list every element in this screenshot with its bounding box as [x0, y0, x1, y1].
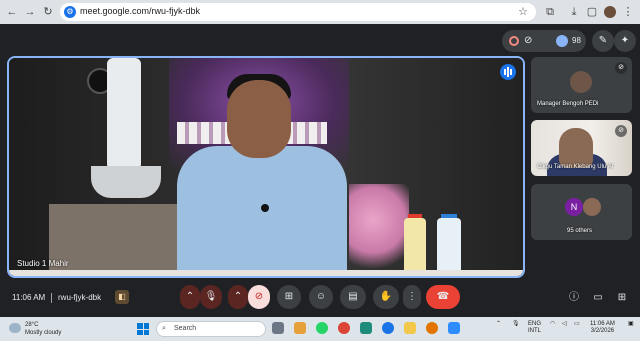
bottle-white — [437, 218, 461, 276]
mic-muted-icon: ⊘ — [615, 62, 627, 74]
pen-icon[interactable]: ✎ — [592, 30, 614, 52]
kebab-menu-icon[interactable]: ⋮ — [620, 4, 636, 20]
speaking-indicator-icon — [500, 64, 516, 80]
others-tile[interactable]: N 95 others — [531, 184, 632, 240]
task-view-icon[interactable] — [272, 322, 284, 334]
battery-icon[interactable]: ▭ — [574, 321, 580, 328]
app-icon[interactable] — [360, 322, 372, 334]
more-options-button[interactable]: ⋮ — [403, 285, 421, 309]
search-icon: ⌕ — [162, 325, 166, 332]
plant-tower — [107, 58, 141, 170]
participant-video — [559, 128, 593, 168]
star-icon[interactable]: ☆ — [518, 5, 528, 18]
wifi-icon[interactable]: ◠ — [550, 321, 555, 328]
emoji-button[interactable]: ☺ — [309, 285, 333, 309]
present-button[interactable]: ⊞ — [277, 285, 301, 309]
participant-tile[interactable]: ⊘ Manager Bengoh PEDi — [531, 57, 632, 113]
speaker-face — [227, 80, 291, 158]
app-icon[interactable] — [426, 322, 438, 334]
mic-options-button[interactable]: ⌃ — [180, 285, 200, 309]
edge-icon[interactable] — [382, 322, 394, 334]
tab-search-icon[interactable]: ▢ — [584, 4, 600, 20]
microphone-icon[interactable]: 🎙 — [512, 321, 520, 328]
avatar — [570, 71, 592, 93]
chat-icon[interactable]: ▭ — [591, 291, 605, 305]
reload-icon[interactable]: ↻ — [40, 4, 56, 20]
camera-off-icon: ⊘ — [524, 35, 533, 46]
address-bar[interactable]: ⚙ meet.google.com/rwu-fjyk-dbk ☆ — [60, 3, 536, 21]
address-url: meet.google.com/rwu-fjyk-dbk — [80, 6, 201, 16]
recording-icon — [509, 36, 519, 46]
file-explorer-icon[interactable] — [404, 322, 416, 334]
taskbar: 28°C Mostly cloudy ⌕ Search ⌃ 🎙 ENG INTL… — [0, 317, 640, 341]
app-icon[interactable] — [448, 322, 460, 334]
speaker-name-label: Studio 1 Mahir — [17, 259, 69, 268]
avatar — [583, 198, 601, 216]
back-icon[interactable]: ← — [4, 4, 20, 20]
browser-toolbar: ← → ↻ ⚙ meet.google.com/rwu-fjyk-dbk ☆ ⧉… — [0, 0, 640, 24]
mic-off-button[interactable]: 🎙 — [200, 285, 222, 309]
taskbar-search[interactable]: ⌕ Search — [156, 321, 266, 337]
speaker-body — [177, 146, 347, 276]
download-icon[interactable]: ⤓ — [566, 4, 582, 20]
language-indicator[interactable]: ENG INTL — [528, 321, 541, 335]
weather-icon — [9, 323, 21, 333]
extensions-icon[interactable]: ⧉ — [542, 4, 558, 20]
others-count: 95 others — [567, 228, 593, 234]
whatsapp-icon[interactable] — [316, 322, 328, 334]
avatar: N — [565, 198, 583, 216]
camera-off-button[interactable]: ⊘ — [248, 285, 270, 309]
taskbar-clock[interactable]: 11:06 AM 3/2/2026 — [590, 321, 615, 335]
start-button[interactable] — [137, 323, 149, 335]
host-controls-icon[interactable]: ◧ — [115, 290, 129, 304]
site-info-icon[interactable]: ⚙ — [64, 6, 76, 18]
mic-muted-icon: ⊘ — [615, 125, 627, 137]
participant-tile[interactable]: ⊘ Cikgu Taman Klebang Ulu Al — [531, 120, 632, 176]
participant-name: Manager Bengoh PEDi — [537, 101, 599, 107]
profile-avatar[interactable] — [604, 6, 616, 18]
people-icon — [556, 35, 568, 47]
info-icon[interactable]: ⓘ — [567, 291, 581, 305]
participant-name: Cikgu Taman Klebang Ulu Al — [537, 164, 613, 170]
volume-icon[interactable]: ◁ — [562, 321, 567, 328]
meeting-time: 11:06 AM — [12, 293, 46, 302]
chrome-icon[interactable] — [338, 322, 350, 334]
weather-widget[interactable]: 28°C Mostly cloudy — [25, 321, 61, 337]
effects-icon[interactable]: ✦ — [614, 30, 636, 52]
main-video-tile[interactable]: Studio 1 Mahir — [7, 56, 525, 278]
captions-button[interactable]: ▤ — [340, 285, 366, 309]
meeting-controls-bar: 11:06 AM rwu-fjyk-dbk ◧ ⌃ 🎙 ⌃ ⊘ ⊞ ☺ ▤ ✋ … — [0, 282, 640, 314]
bottle-yellow — [404, 218, 426, 276]
participant-count: 98 — [572, 36, 581, 45]
lapel-mic — [261, 204, 269, 212]
leave-call-button[interactable]: ☎ — [426, 285, 460, 309]
meeting-status-pill[interactable]: ⊘ 98 — [502, 30, 586, 52]
tray-chevron-icon[interactable]: ⌃ — [496, 321, 501, 328]
raise-hand-button[interactable]: ✋ — [373, 285, 399, 309]
notification-icon[interactable]: ▣ — [628, 321, 634, 328]
app-icon[interactable] — [294, 322, 306, 334]
activities-icon[interactable]: ⊞ — [615, 291, 629, 305]
camera-options-button[interactable]: ⌃ — [228, 285, 248, 309]
forward-icon[interactable]: → — [22, 4, 38, 20]
meeting-code: rwu-fjyk-dbk — [58, 293, 102, 302]
